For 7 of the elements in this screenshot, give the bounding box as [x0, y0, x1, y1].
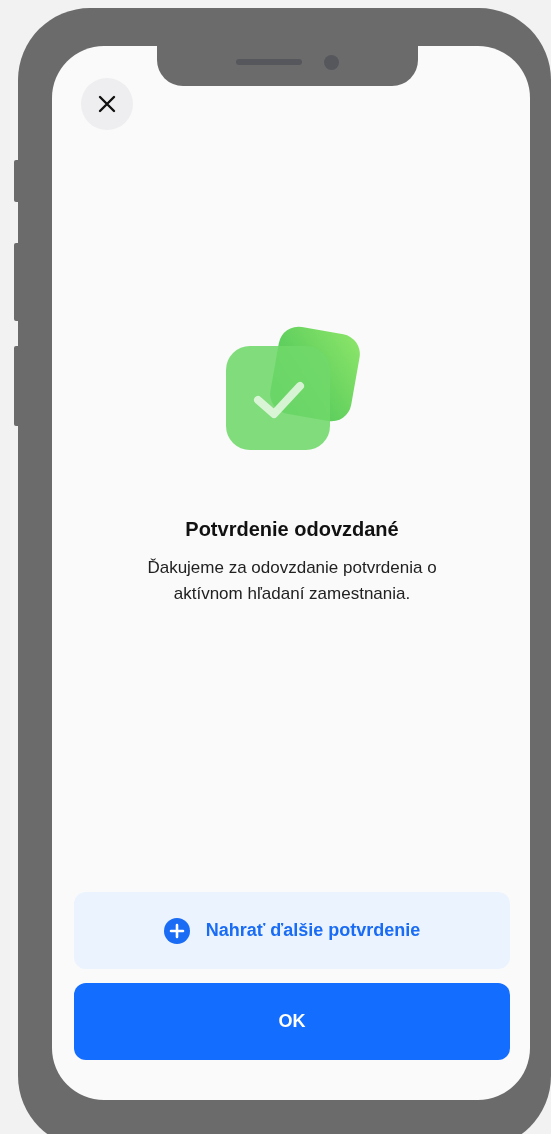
close-button[interactable]	[81, 78, 133, 130]
close-icon	[98, 95, 116, 113]
plus-circle-icon	[163, 917, 190, 944]
message: Ďakujeme za odovzdanie potvrdenia o aktívnom hľadaní zamestnania.	[146, 557, 438, 605]
ok-button[interactable]: OK	[74, 983, 510, 1060]
upload-button[interactable]: Nahrať ďalšie potvrdenie	[74, 892, 510, 969]
title: Potvrdenie odovzdané	[184, 518, 400, 541]
